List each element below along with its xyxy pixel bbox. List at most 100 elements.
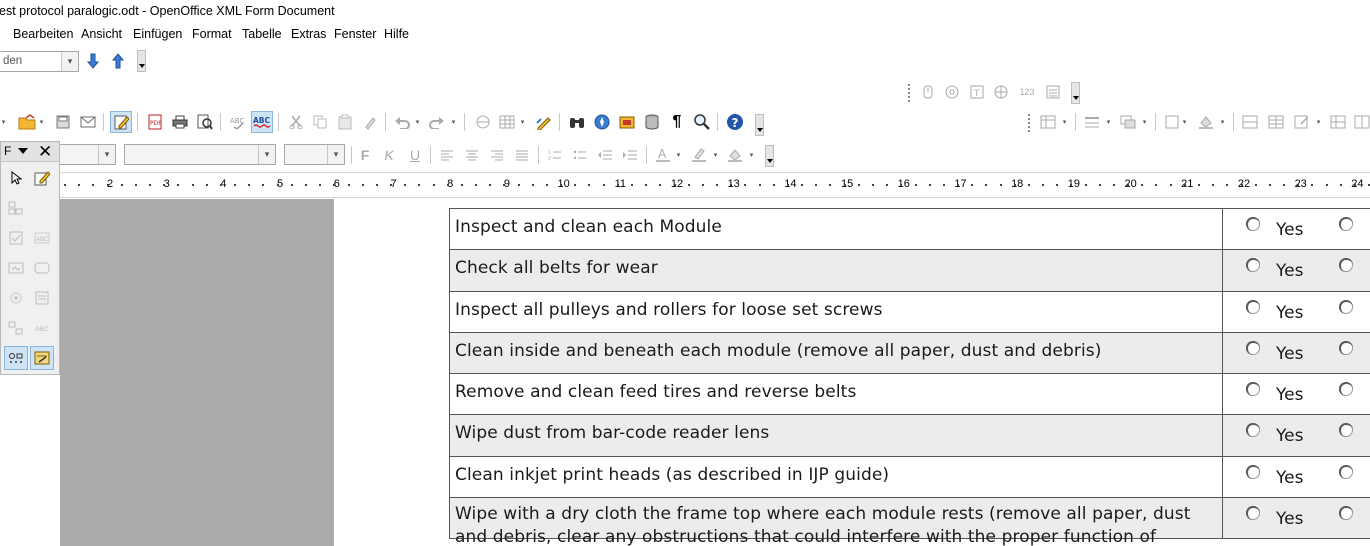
horizontal-ruler[interactable]: 2 3 4 5 6 7 8 9 10 11 12 13 14 15 16 17 18 19 20 21 22 23 24 xyxy=(60,172,1370,198)
menu-fenster[interactable]: Fenster xyxy=(334,27,376,41)
form-controls-header[interactable]: F ✕ xyxy=(1,142,59,162)
panel-menu-icon[interactable] xyxy=(18,148,28,154)
table-dropdown-arrow[interactable]: ▾ xyxy=(519,111,526,133)
menu-format[interactable]: Format xyxy=(192,27,232,41)
chevron-down-icon[interactable]: ▾ xyxy=(748,144,755,166)
second-option-radio-button[interactable] xyxy=(1339,258,1353,273)
data-sources-icon[interactable] xyxy=(641,111,663,133)
list-field-icon[interactable] xyxy=(30,286,54,310)
font-size-combo[interactable]: ▾ xyxy=(284,144,345,165)
edit-mode-icon[interactable] xyxy=(110,111,132,133)
toolbar-overflow-button[interactable] xyxy=(137,50,146,72)
toolbar-overflow-button[interactable] xyxy=(765,145,774,167)
chevron-down-icon[interactable]: ▾ xyxy=(1315,111,1322,133)
align-center-icon[interactable] xyxy=(461,144,483,166)
second-option-radio-button[interactable] xyxy=(1339,299,1353,314)
insert-table-icon[interactable] xyxy=(1037,111,1059,133)
second-option-radio-button[interactable] xyxy=(1339,340,1353,355)
print-icon[interactable] xyxy=(169,111,191,133)
second-option-radio-button[interactable] xyxy=(1339,217,1353,231)
optimize-icon[interactable] xyxy=(1291,111,1313,133)
chevron-down-icon[interactable]: ▾ xyxy=(1105,111,1112,133)
bold-icon[interactable]: F xyxy=(354,144,376,166)
close-icon[interactable]: ✕ xyxy=(38,142,52,162)
insert-row-icon[interactable] xyxy=(1327,111,1349,133)
pilcrow-icon[interactable]: ¶ xyxy=(666,111,688,133)
font-color-icon[interactable]: A xyxy=(652,144,674,166)
yes-radio-button[interactable] xyxy=(1246,217,1260,231)
background-color-icon[interactable] xyxy=(1195,111,1217,133)
hyperlink-icon[interactable] xyxy=(472,111,494,133)
clone-formatting-icon[interactable] xyxy=(359,111,381,133)
redo-icon[interactable] xyxy=(426,111,448,133)
label-field-icon[interactable]: ABC xyxy=(30,226,54,250)
group-box-icon[interactable] xyxy=(4,316,28,340)
underline-icon[interactable]: U xyxy=(404,144,426,166)
new-dropdown-arrow[interactable]: ▾ xyxy=(0,111,7,133)
save-icon[interactable] xyxy=(52,111,74,133)
paste-icon[interactable] xyxy=(334,111,356,133)
toolbar-grip[interactable] xyxy=(905,82,913,104)
chevron-down-icon[interactable]: ▾ xyxy=(258,145,275,164)
chevron-down-icon[interactable]: ▾ xyxy=(712,144,719,166)
bullets-icon[interactable] xyxy=(569,144,591,166)
list-box-icon[interactable] xyxy=(1042,81,1064,103)
toolbar-grip[interactable] xyxy=(1025,112,1033,134)
auto-spellcheck-icon[interactable]: ABC xyxy=(251,111,273,133)
second-option-radio-button[interactable] xyxy=(1339,382,1353,397)
navigation-combo[interactable]: den ▾ xyxy=(0,51,79,72)
form-navigator-icon[interactable] xyxy=(941,81,963,103)
highlighting-icon[interactable] xyxy=(688,144,710,166)
print-preview-icon[interactable] xyxy=(194,111,216,133)
menu-extras[interactable]: Extras xyxy=(291,27,326,41)
cut-icon[interactable] xyxy=(285,111,307,133)
paragraph-style-combo[interactable]: ▾ xyxy=(58,144,116,165)
justify-icon[interactable] xyxy=(511,144,533,166)
chevron-down-icon[interactable]: ▾ xyxy=(1219,111,1226,133)
export-pdf-icon[interactable]: PDF xyxy=(144,111,166,133)
numeric-field-label[interactable]: 123 xyxy=(1016,81,1038,103)
copy-icon[interactable] xyxy=(309,111,331,133)
yes-radio-button[interactable] xyxy=(1246,423,1260,438)
help-icon[interactable]: ? xyxy=(724,111,746,133)
insert-column-icon[interactable] xyxy=(1351,111,1370,133)
background-color-icon[interactable] xyxy=(724,144,746,166)
chevron-down-icon[interactable]: ▾ xyxy=(1141,111,1148,133)
toolbar-overflow-button[interactable] xyxy=(755,114,764,136)
font-name-combo[interactable]: ▾ xyxy=(124,144,276,165)
option-button-icon[interactable] xyxy=(4,286,28,310)
chevron-down-icon[interactable]: ▾ xyxy=(327,145,344,164)
more-controls-icon[interactable] xyxy=(4,346,28,370)
control-icon[interactable] xyxy=(917,81,939,103)
yes-radio-button[interactable] xyxy=(1246,382,1260,397)
yes-radio-button[interactable] xyxy=(1246,506,1260,521)
chevron-down-icon[interactable]: ▾ xyxy=(98,145,115,164)
toolbar-overflow-button[interactable] xyxy=(1071,82,1080,104)
chevron-down-icon[interactable]: ▾ xyxy=(675,144,682,166)
menu-einfuegen[interactable]: Einfügen xyxy=(133,27,182,41)
border-style-icon[interactable] xyxy=(1117,111,1139,133)
yes-radio-button[interactable] xyxy=(1246,258,1260,273)
menu-bearbeiten[interactable]: Bearbeiten xyxy=(13,27,73,41)
numbering-icon[interactable]: 12 xyxy=(544,144,566,166)
text-field-icon[interactable]: T xyxy=(966,81,988,103)
merge-cells-icon[interactable] xyxy=(1239,111,1261,133)
table-icon[interactable] xyxy=(496,111,518,133)
arrow-down-icon[interactable] xyxy=(82,50,104,72)
yes-radio-button[interactable] xyxy=(1246,299,1260,314)
decrease-indent-icon[interactable] xyxy=(594,144,616,166)
text-box-icon[interactable]: ABC xyxy=(30,316,54,340)
open-folder-icon[interactable] xyxy=(16,111,38,133)
align-left-icon[interactable] xyxy=(436,144,458,166)
form-wizard-icon[interactable] xyxy=(4,196,28,220)
spellcheck-icon[interactable]: ABC xyxy=(227,111,249,133)
chevron-down-icon[interactable]: ▾ xyxy=(1061,111,1068,133)
navigator-icon[interactable] xyxy=(591,111,613,133)
italic-icon[interactable]: K xyxy=(378,144,400,166)
open-dropdown-arrow[interactable]: ▾ xyxy=(38,111,45,133)
menu-ansicht[interactable]: Ansicht xyxy=(81,27,122,41)
email-icon[interactable] xyxy=(77,111,99,133)
second-option-radio-button[interactable] xyxy=(1339,506,1353,521)
form-design-icon[interactable] xyxy=(30,346,54,370)
globe-icon[interactable] xyxy=(990,81,1012,103)
